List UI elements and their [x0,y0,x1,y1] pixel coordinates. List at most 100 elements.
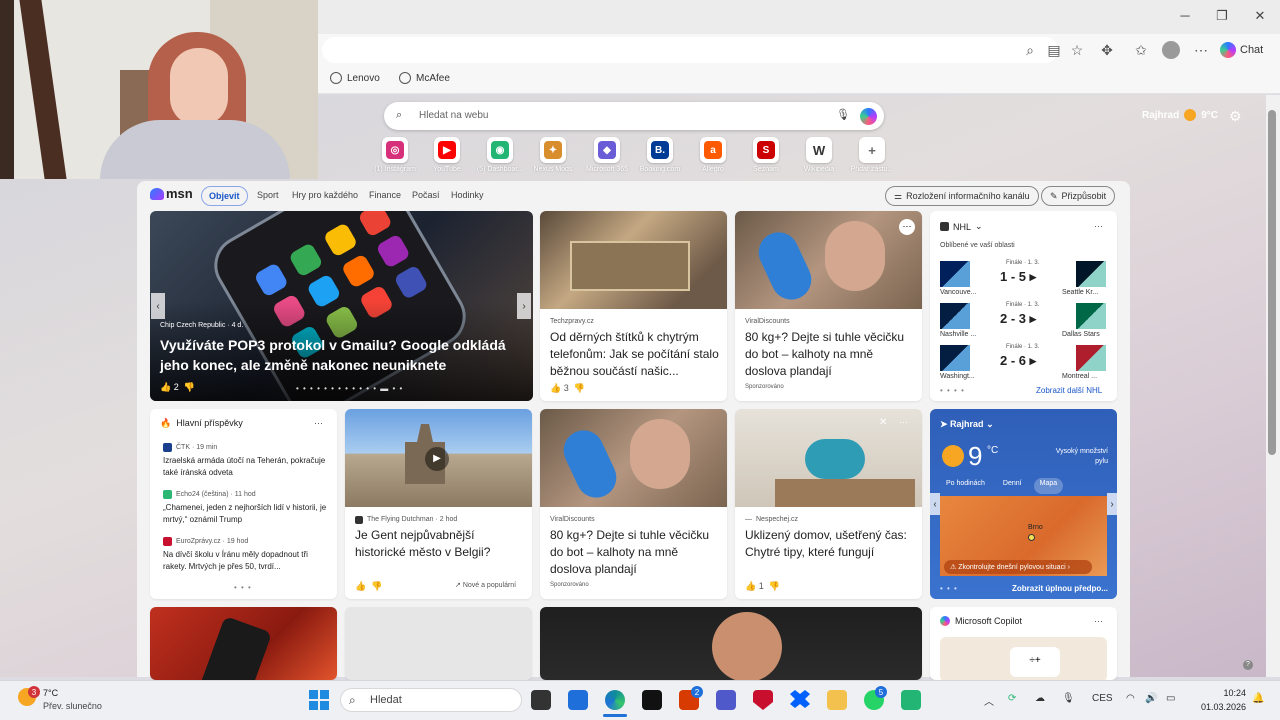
teams-icon[interactable] [716,690,736,710]
tab-map[interactable]: Mapa [1033,478,1064,494]
nhl-more-link[interactable]: Zobrazit další NHL [1036,386,1102,395]
tray-mic-icon[interactable]: 🎙 [1062,693,1075,704]
copilot-more-icon[interactable]: ⋯ [1094,616,1103,627]
hero-title[interactable]: Využíváte POP3 protokol v Gmailu? Google… [160,335,525,375]
nhl-game-row[interactable]: Finále · 1. 3. 1 - 5 ▸ Vancouve... Seatt… [940,260,1108,297]
clock-time[interactable]: 10:24 [1214,688,1246,698]
battery-icon[interactable]: ▭ [1166,693,1175,704]
quick-link-plus[interactable]: + Přidat zástu... [847,137,897,173]
nhl-card[interactable]: NHL ⌄ ⋯ Oblíbené ve vaší oblasti Finále … [930,211,1117,401]
quick-link-wikipedia[interactable]: W Wikipedia [794,137,844,173]
extensions-icon[interactable]: ✥ [1098,41,1116,59]
tab-hourly[interactable]: Po hodinách [940,478,991,494]
news-card-placeholder[interactable] [345,607,532,680]
tab-daily[interactable]: Denní [997,478,1028,494]
hero-like-button[interactable]: 👍 2 👎 [160,382,195,393]
copilot-search-icon[interactable] [860,108,877,125]
microphone-icon[interactable]: 🎙 [836,108,850,121]
hero-pagination[interactable]: • • • • • • • • • • • • ▬ • • [296,384,403,393]
wifi-icon[interactable]: ◠ [1126,693,1135,704]
tab-sport[interactable]: Sport [257,190,279,200]
tray-sync-icon[interactable]: ⟳ [1008,693,1016,704]
card-like-button[interactable]: 👍 👎 [355,581,382,592]
help-icon[interactable]: ? [1243,660,1253,670]
tab-hry[interactable]: Hry pro každého [292,190,358,200]
quick-link-seznam[interactable]: S Seznam [741,137,791,173]
news-card-gent[interactable]: ▶ The Flying Dutchman · 2 hod Je Gent ne… [345,409,532,599]
quick-link-m365[interactable]: ◆ Microsoft 365 [582,137,632,173]
settings-gear-icon[interactable]: ⚙ [1229,108,1242,125]
weather-next-button[interactable]: › [1107,493,1117,515]
store-icon[interactable] [568,690,588,710]
news-card-video[interactable] [540,607,922,680]
hero-prev-button[interactable]: ‹ [151,293,165,319]
dashboard-app-icon[interactable] [901,690,921,710]
pollen-map[interactable]: Brno ⚠ Zkontrolujte dnešní pylovou situa… [940,496,1107,576]
layout-button[interactable]: ⚌ Rozložení informačního kanálu [885,186,1039,206]
main-posts-pagination[interactable]: • • • [234,583,252,592]
weather-more-link[interactable]: Zobrazit úplnou předpo... [1012,584,1108,593]
quick-link-nexusmods[interactable]: ✦ Nexus Mods [528,137,578,173]
tray-overflow-icon[interactable]: ︿ [984,693,994,708]
copilot-chat-button[interactable]: Chat [1220,38,1276,62]
scrollbar-thumb[interactable] [1268,110,1276,455]
main-post-item[interactable]: ČTK · 19 min Izraelská armáda útočí na T… [163,443,328,479]
edge-icon[interactable] [605,690,625,710]
more-menu-icon[interactable]: ⋯ [1192,41,1210,59]
news-card-home[interactable]: ✕ ⋯ — Nespechej.cz Uklizený domov, ušetře… [735,409,922,599]
customize-button[interactable]: ✎ Přizpůsobit [1041,186,1116,206]
pollen-info[interactable]: Vysoký množství pylu [1048,447,1108,467]
card-like-button[interactable]: 👍 3 👎 [550,383,585,394]
maximize-button[interactable]: ❐ [1207,8,1237,24]
task-view-icon[interactable] [531,690,551,710]
tab-hodinky[interactable]: Hodinky [451,190,484,200]
minimize-button[interactable]: ─ [1170,8,1200,23]
quick-link-allegro[interactable]: a Allegro [688,137,738,173]
weather-pagination[interactable]: • • • [940,584,958,593]
tab-pocasi[interactable]: Počasí [412,190,440,200]
profile-avatar[interactable] [1162,41,1180,59]
news-card-viral-2[interactable]: ViralDiscounts 80 kg+? Dejte si tuhle vě… [540,409,727,599]
news-card-tech[interactable]: Techzpravy.cz Od děrných štítků k chytrý… [540,211,727,401]
play-video-icon[interactable]: ▶ [425,447,449,471]
quick-link-youtube[interactable]: ▶ YouTube [422,137,472,173]
volume-icon[interactable]: 🔊 [1145,693,1157,704]
immersive-reader-icon[interactable]: ▤ [1045,41,1063,59]
address-bar[interactable] [322,37,1058,63]
language-indicator[interactable]: CES [1092,693,1113,704]
tab-finance[interactable]: Finance [369,190,401,200]
quick-link-dashboard[interactable]: ◉ (5) Dashboar... [475,137,525,173]
nhl-game-row[interactable]: Finále · 1. 3. 2 - 3 ▸ Nashville ... Dal… [940,302,1108,339]
news-card-viral-1[interactable]: ⋯ ViralDiscounts 80 kg+? Dejte si tuhle … [735,211,922,401]
file-explorer-icon[interactable] [827,690,847,710]
taskbar-weather-desc[interactable]: Přev. slunečno [43,701,102,711]
epic-games-icon[interactable] [642,690,662,710]
weather-card[interactable]: ➤ Rajhrad ⌄ 9 °C Vysoký množství pylu Po… [930,409,1117,599]
nhl-header[interactable]: NHL ⌄ [940,221,983,232]
start-button[interactable] [309,690,329,710]
favorite-lenovo[interactable]: Lenovo [330,72,380,84]
notification-bell-icon[interactable]: 🔔 [1252,693,1264,704]
weather-prev-button[interactable]: ‹ [930,493,940,515]
main-post-item[interactable]: EuroZprávy.cz · 19 hod Na dívčí školu v … [163,537,328,573]
favorites-icon[interactable]: ✩ [1132,41,1150,59]
tab-objevit[interactable]: Objevit [201,186,248,206]
news-card-phone[interactable] [150,607,337,680]
card-close-icon[interactable]: ✕ [879,417,887,428]
nhl-more-icon[interactable]: ⋯ [1094,221,1103,232]
tray-cloud-icon[interactable]: ☁ [1035,693,1045,704]
close-button[interactable]: ✕ [1245,8,1275,24]
zoom-icon[interactable]: ⌕ [1021,41,1039,59]
nhl-game-row[interactable]: Finále · 1. 3. 2 - 6 ▸ Washingt... Montr… [940,344,1108,381]
hero-next-button[interactable]: › [517,293,531,319]
card-like-button[interactable]: 👍 1 👎 [745,581,780,592]
main-posts-card[interactable]: 🔥 Hlavní příspěvky ⋯ ČTK · 19 min Izrael… [150,409,337,599]
copilot-card[interactable]: Microsoft Copilot ⋯ ÷+ [930,607,1117,680]
taskbar-temp[interactable]: 7°C [43,688,58,698]
weather-location[interactable]: ➤ Rajhrad ⌄ [940,419,994,430]
main-post-item[interactable]: Echo24 (čeština) · 11 hod „Chamenei, jed… [163,490,328,526]
card-more-icon[interactable]: ⋯ [899,219,915,235]
clock-date[interactable]: 01.03.2026 [1194,702,1246,712]
quick-link-instagram[interactable]: ◎ (1) Instagram [370,137,420,173]
favorite-star-icon[interactable]: ☆ [1068,41,1086,59]
